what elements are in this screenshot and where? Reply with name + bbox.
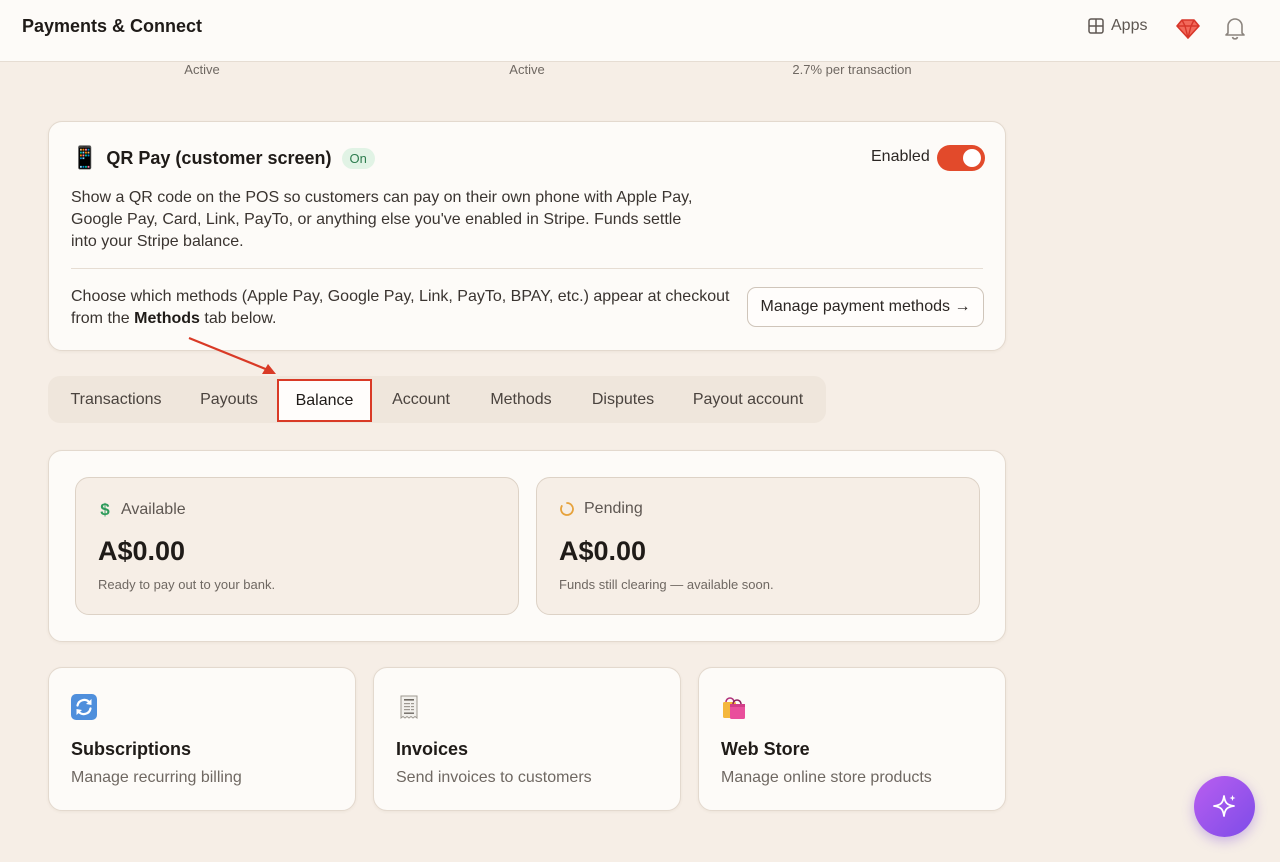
subscriptions-sub: Manage recurring billing — [71, 769, 242, 786]
pending-label: Pending — [584, 500, 643, 517]
refresh-icon — [71, 694, 97, 720]
apps-button[interactable]: Apps — [1088, 17, 1147, 35]
available-label-row: $ Available — [98, 500, 186, 520]
qr-pay-title-row: 📱 QR Pay (customer screen) On — [71, 147, 375, 169]
pending-amount: A$0.00 — [559, 536, 647, 566]
page-title: Payments & Connect — [22, 16, 203, 36]
qr-pay-title: QR Pay (customer screen) — [106, 147, 332, 168]
subscriptions-title: Subscriptions — [71, 739, 192, 759]
tab-bar: Transactions Payouts Balance Account Met… — [48, 376, 826, 423]
tab-payouts[interactable]: Payouts — [189, 376, 269, 423]
bell-icon[interactable] — [1224, 16, 1246, 40]
sparkle-icon — [1213, 795, 1236, 817]
subscriptions-card[interactable]: Subscriptions Manage recurring billing — [48, 667, 356, 811]
status-badge: On — [341, 147, 375, 169]
tab-account[interactable]: Account — [380, 376, 462, 423]
tab-payout-account[interactable]: Payout account — [680, 376, 816, 423]
pending-balance-box: Pending A$0.00 Funds still clearing — av… — [536, 477, 980, 615]
annotation-arrow — [188, 336, 276, 374]
pending-label-row: Pending — [559, 500, 643, 518]
note-suffix: tab below. — [199, 310, 277, 327]
receipt-icon — [400, 695, 418, 719]
note-methods-bold: Methods — [134, 310, 200, 327]
manage-payment-methods-button[interactable]: Manage payment methods → — [747, 287, 984, 327]
qr-pay-card: 📱 QR Pay (customer screen) On Enabled Sh… — [48, 121, 1006, 351]
tab-methods[interactable]: Methods — [476, 376, 566, 423]
tab-disputes[interactable]: Disputes — [580, 376, 666, 423]
loading-icon — [560, 502, 574, 516]
gem-icon[interactable] — [1176, 16, 1200, 40]
stat-status-1: Active — [184, 62, 220, 77]
tab-balance[interactable]: Balance — [277, 379, 372, 422]
ai-assistant-button[interactable] — [1194, 776, 1255, 837]
grid-icon — [1088, 18, 1104, 34]
qr-pay-enabled-toggle[interactable] — [937, 145, 985, 171]
invoices-sub: Send invoices to customers — [396, 769, 592, 786]
top-bar: Payments & Connect Apps — [0, 0, 1280, 62]
tab-transactions[interactable]: Transactions — [50, 376, 182, 423]
available-balance-box: $ Available A$0.00 Ready to pay out to y… — [75, 477, 519, 615]
apps-label: Apps — [1111, 17, 1148, 34]
web-store-sub: Manage online store products — [721, 769, 932, 786]
stat-fee: 2.7% per transaction — [792, 62, 912, 77]
mobile-phone-icon: 📱 — [71, 145, 99, 170]
available-amount: A$0.00 — [98, 536, 186, 566]
available-label: Available — [121, 501, 186, 518]
available-sub: Ready to pay out to your bank. — [98, 577, 276, 592]
invoices-card[interactable]: Invoices Send invoices to customers — [373, 667, 681, 811]
balance-card: $ Available A$0.00 Ready to pay out to y… — [48, 450, 1006, 642]
divider — [71, 268, 983, 269]
pending-sub: Funds still clearing — available soon. — [559, 577, 774, 592]
shopping-bags-icon — [723, 697, 745, 719]
web-store-title: Web Store — [721, 739, 810, 759]
dollar-icon: $ — [100, 500, 110, 519]
qr-pay-note: Choose which methods (Apple Pay, Google … — [71, 286, 741, 330]
qr-pay-description: Show a QR code on the POS so customers c… — [71, 189, 693, 250]
invoices-title: Invoices — [396, 739, 469, 759]
enabled-label: Enabled — [871, 148, 930, 165]
stat-status-2: Active — [509, 62, 545, 77]
web-store-card[interactable]: Web Store Manage online store products — [698, 667, 1006, 811]
